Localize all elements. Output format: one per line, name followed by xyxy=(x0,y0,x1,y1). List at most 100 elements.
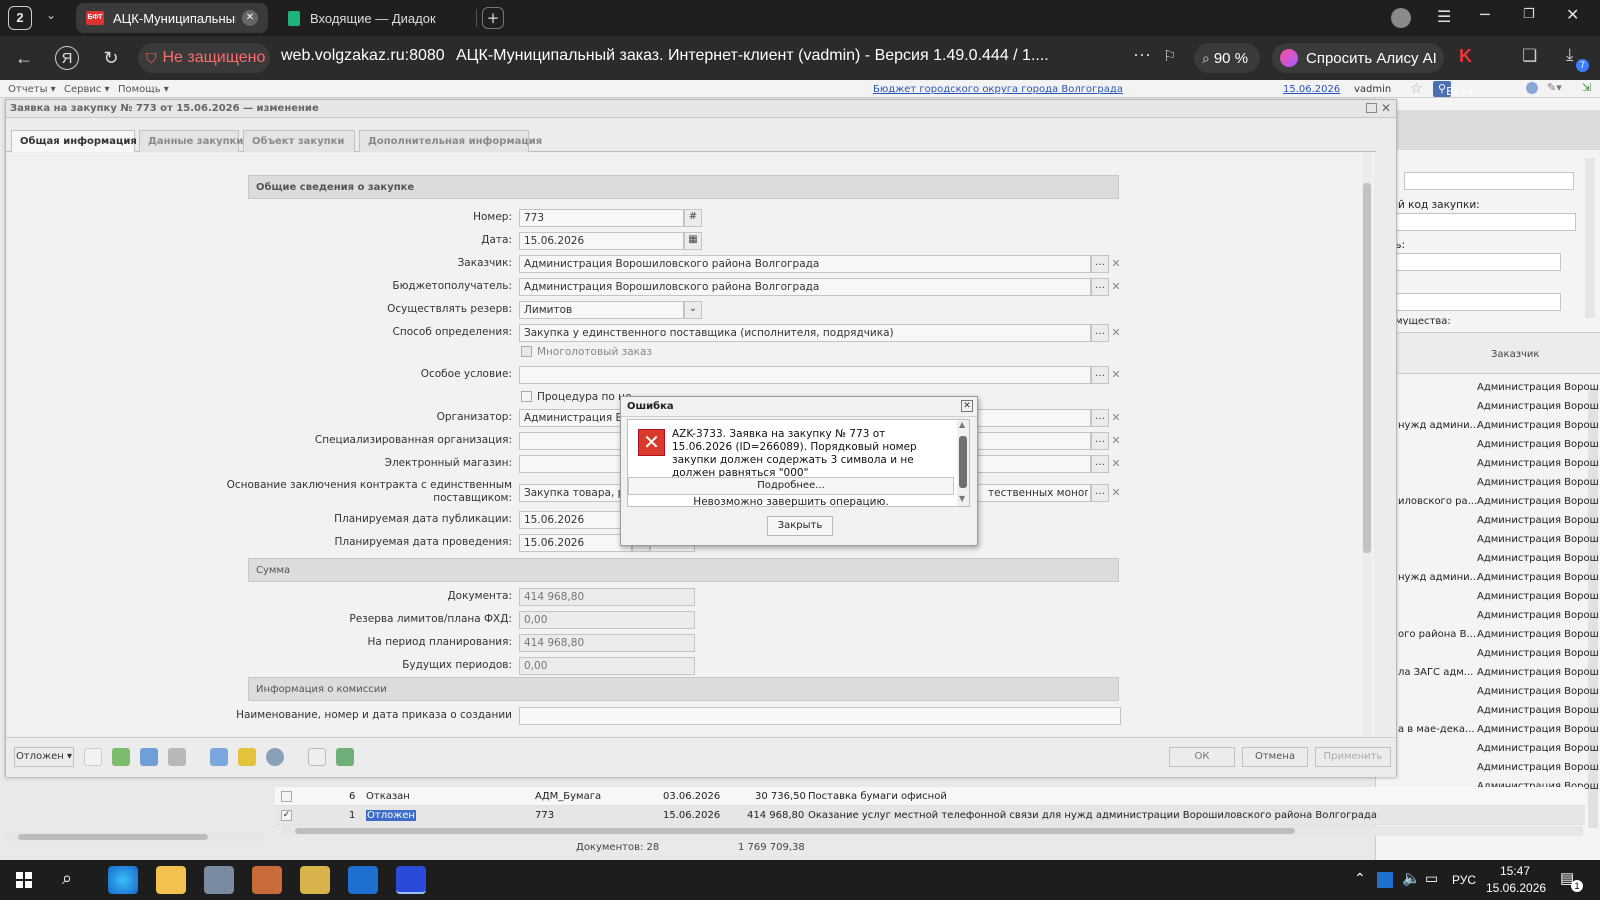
menu-reports[interactable]: Отчеты ▾ xyxy=(8,84,56,95)
outlook-icon[interactable] xyxy=(348,866,378,894)
tab-close-icon[interactable]: ✕ xyxy=(242,10,258,26)
globe-icon[interactable] xyxy=(266,748,284,766)
clock-date[interactable]: 15.06.2026 xyxy=(1486,881,1546,895)
chevron-down-icon[interactable]: ⌄ xyxy=(684,301,702,319)
tab-list-chevron-icon[interactable]: ⌄ xyxy=(46,8,56,22)
tab-diadoc[interactable]: Входящие — Диадок xyxy=(278,3,468,33)
restore-icon[interactable]: ❐ xyxy=(1523,7,1535,22)
spec-org-select-button[interactable]: … xyxy=(1091,432,1109,450)
budget-select-button[interactable]: … xyxy=(1091,278,1109,296)
spec-org-clear-icon[interactable]: ✕ xyxy=(1109,432,1123,450)
details-button[interactable]: Подробнее... xyxy=(628,477,954,495)
network-icon[interactable]: ▭ xyxy=(1425,870,1438,887)
list-hscroll-thumb[interactable] xyxy=(295,828,1295,834)
exit-icon[interactable]: ⇲ xyxy=(1582,81,1591,94)
hold-date-field[interactable]: 15.06.2026 xyxy=(519,534,632,552)
tab-purchase-data[interactable]: Данные закупки xyxy=(139,130,243,152)
table-row-selected[interactable]: ✓ 1 Отложен 773 15.06.2026 414 968,80 Ок… xyxy=(275,806,1585,825)
customer-select-button[interactable]: … xyxy=(1091,255,1109,273)
close-window-icon[interactable]: ✕ xyxy=(1566,5,1579,24)
menu-icon[interactable]: ☰ xyxy=(1437,7,1451,26)
menu-help[interactable]: Помощь ▾ xyxy=(118,84,169,95)
page-title-address[interactable]: АЦК-Муниципальный заказ. Интернет-клиент… xyxy=(456,47,1066,65)
language-indicator[interactable]: РУС xyxy=(1452,873,1476,887)
method-select-button[interactable]: … xyxy=(1091,324,1109,342)
dialog-scroll-thumb[interactable] xyxy=(959,436,967,488)
reload-icon[interactable]: ↻ xyxy=(99,46,123,70)
windows-start-icon[interactable] xyxy=(16,872,32,888)
bg-input-2[interactable] xyxy=(1376,213,1576,231)
basis-select-button[interactable]: … xyxy=(1091,484,1109,502)
document-icon[interactable] xyxy=(84,748,102,766)
dialog-scrollbar[interactable]: ▲ ▼ xyxy=(957,420,969,506)
method-clear-icon[interactable]: ✕ xyxy=(1109,324,1123,342)
yandex-icon[interactable]: Я xyxy=(55,46,79,70)
kb-button[interactable]: ⚲ База знаний xyxy=(1433,81,1487,111)
copy-icon[interactable] xyxy=(112,748,130,766)
eshop-select-button[interactable]: … xyxy=(1091,455,1109,473)
minimize-icon[interactable]: ─ xyxy=(1480,5,1490,24)
tray-chevron-icon[interactable]: ⌃ xyxy=(1354,870,1366,887)
outlook-tray-icon[interactable] xyxy=(1377,872,1393,888)
dialog-scroll-down-icon[interactable]: ▼ xyxy=(959,494,965,503)
list-hscroll[interactable] xyxy=(283,826,1583,836)
row-checkbox-checked[interactable]: ✓ xyxy=(281,810,292,821)
dialog-close-icon[interactable]: ✕ xyxy=(961,400,973,412)
bg-left-thumb[interactable] xyxy=(18,834,208,840)
date-link[interactable]: 15.06.2026 xyxy=(1283,84,1340,95)
organizer-select-button[interactable]: … xyxy=(1091,409,1109,427)
book-app-icon[interactable] xyxy=(252,866,282,894)
app-avatar-icon[interactable] xyxy=(204,866,234,894)
explorer-icon[interactable] xyxy=(156,866,186,894)
mail-icon[interactable] xyxy=(308,748,326,766)
security-chip[interactable]: ⛉ Не защищено xyxy=(138,43,270,73)
bookmark-icon[interactable]: ⚐ xyxy=(1163,47,1176,65)
calendar-icon[interactable]: ▦ xyxy=(684,232,702,250)
number-calc-icon[interactable]: # xyxy=(684,209,702,227)
special-clear-icon[interactable]: ✕ xyxy=(1109,366,1123,384)
ok-button[interactable]: ОК xyxy=(1169,747,1235,767)
tab-counter[interactable]: 2 xyxy=(8,6,32,30)
url-host[interactable]: web.volgzakaz.ru:8080 xyxy=(281,47,445,65)
procedure-checkbox[interactable] xyxy=(521,391,532,402)
form-scrollbar[interactable] xyxy=(1362,153,1372,736)
eshop-clear-icon[interactable]: ✕ xyxy=(1109,455,1123,473)
tab-purchase-object[interactable]: Объект закупки xyxy=(243,130,355,152)
search-icon[interactable]: ⌕ xyxy=(62,868,72,889)
tab-additional[interactable]: Дополнительная информация xyxy=(359,130,542,152)
home-app-icon[interactable] xyxy=(300,866,330,894)
dialog-close-button[interactable]: Закрыть xyxy=(767,516,833,536)
star-icon[interactable]: ☆ xyxy=(1410,81,1423,97)
apply-button[interactable]: Применить xyxy=(1315,747,1391,767)
basis-clear-icon[interactable]: ✕ xyxy=(1109,484,1123,502)
customer-clear-icon[interactable]: ✕ xyxy=(1109,255,1123,273)
volume-icon[interactable]: 🔈 xyxy=(1402,869,1421,887)
profile-avatar[interactable] xyxy=(1391,8,1411,28)
multilot-checkbox[interactable] xyxy=(521,346,532,357)
method-field[interactable]: Закупка у единственного поставщика (испо… xyxy=(519,324,1091,342)
print-icon[interactable] xyxy=(168,748,186,766)
more-dots-icon[interactable]: ⋯ xyxy=(1133,45,1151,66)
budget-field[interactable]: Администрация Ворошиловского района Волг… xyxy=(519,278,1091,296)
edge-icon[interactable] xyxy=(108,866,138,894)
status-dropdown-button[interactable]: Отложен ▾ xyxy=(14,747,74,767)
export-icon[interactable] xyxy=(336,748,354,766)
zoom-chip[interactable]: ⌕ 90 % xyxy=(1194,43,1260,73)
row-checkbox[interactable] xyxy=(281,791,292,802)
tab-ack[interactable]: БФТ АЦК-Муниципальный ✕ xyxy=(76,3,268,33)
customer-field[interactable]: Администрация Ворошиловского района Волг… xyxy=(519,255,1091,273)
tab-general[interactable]: Общая информация xyxy=(11,130,137,152)
tools-icon[interactable]: ✎▾ xyxy=(1547,81,1562,94)
cancel-button[interactable]: Отмена xyxy=(1242,747,1308,767)
dialog-scroll-up-icon[interactable]: ▲ xyxy=(959,420,965,429)
form-scroll-thumb[interactable] xyxy=(1363,183,1371,553)
bg-input-4[interactable] xyxy=(1376,293,1561,311)
collections-icon[interactable]: ❏ xyxy=(1522,46,1537,66)
menu-service[interactable]: Сервис ▾ xyxy=(64,84,110,95)
downloads-icon[interactable]: ⤓ xyxy=(1566,45,1574,65)
date-field[interactable]: 15.06.2026 xyxy=(519,232,684,250)
key-icon[interactable] xyxy=(238,748,256,766)
special-field[interactable] xyxy=(519,366,1091,384)
pub-date-field[interactable]: 15.06.2026 xyxy=(519,511,632,529)
yandex-browser-icon[interactable] xyxy=(396,866,426,894)
